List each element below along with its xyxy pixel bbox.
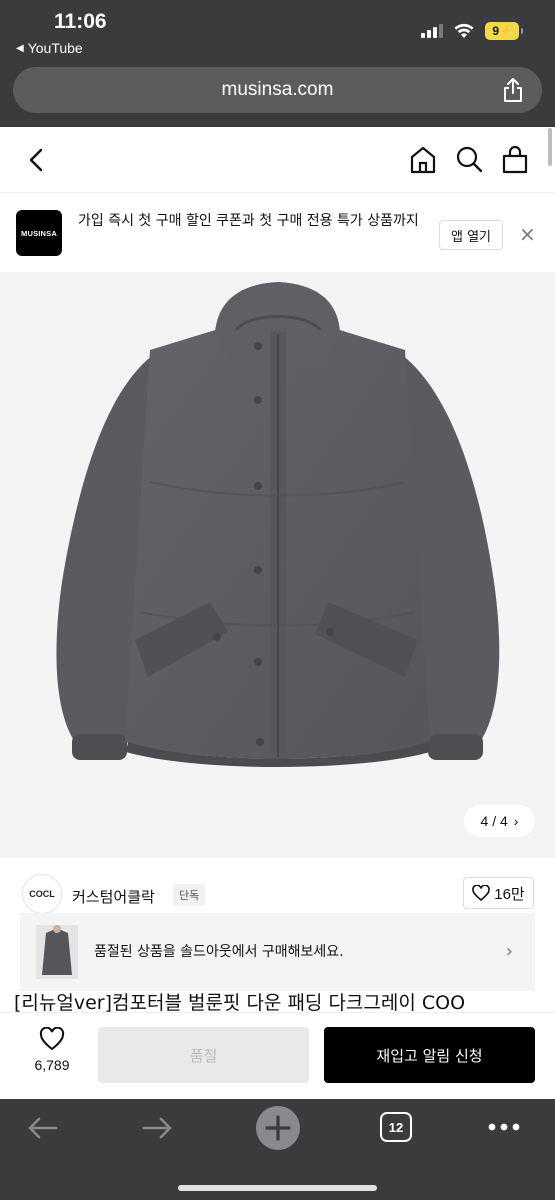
- share-icon[interactable]: [502, 77, 524, 103]
- new-tab-icon[interactable]: [255, 1105, 301, 1151]
- heart-icon: [472, 885, 491, 901]
- more-icon[interactable]: [488, 1123, 520, 1131]
- back-app-label: YouTube: [27, 40, 83, 56]
- restock-alert-button[interactable]: 재입고 알림 신청: [324, 1027, 535, 1083]
- tabs-button[interactable]: 12: [380, 1112, 412, 1142]
- back-arrow-icon[interactable]: [24, 1113, 60, 1143]
- image-counter[interactable]: 4 / 4 ›: [464, 805, 535, 837]
- musinsa-logo: MUSINSA: [16, 210, 62, 256]
- header-icons: [409, 145, 529, 175]
- promo-text: 품절된 상품을 솔드아웃에서 구매해보세요.: [94, 944, 344, 960]
- browser-top-bar: 11:06 ◀ YouTube 9 ⚡ musinsa.com: [0, 0, 555, 127]
- brand-like-count: 16만: [494, 885, 525, 903]
- brand-logo[interactable]: COCL: [22, 874, 62, 914]
- battery-icon: 9 ⚡: [485, 22, 523, 40]
- home-icon[interactable]: [409, 145, 437, 175]
- soldout-button: 품절: [98, 1027, 309, 1083]
- app-install-banner: MUSINSA 가입 즉시 첫 구매 할인 쿠폰과 첫 구매 전용 특가 상품까…: [0, 194, 555, 272]
- promo-thumbnail: [36, 925, 78, 979]
- battery-level: 9: [492, 24, 500, 38]
- image-counter-text: 4 / 4: [480, 813, 508, 829]
- search-icon[interactable]: [455, 145, 483, 175]
- shopping-bag-icon[interactable]: [501, 145, 529, 175]
- wifi-icon: [454, 23, 474, 38]
- home-indicator: [178, 1185, 377, 1191]
- status-indicators: 9 ⚡: [421, 22, 523, 40]
- tab-count: 12: [388, 1119, 404, 1135]
- back-to-app-link[interactable]: ◀ YouTube: [16, 40, 83, 56]
- product-like-button[interactable]: 6,789: [22, 1026, 82, 1073]
- address-bar[interactable]: musinsa.com: [13, 67, 542, 113]
- brand-name[interactable]: 커스텀어클락: [72, 886, 155, 907]
- chevron-right-icon: ›: [505, 941, 513, 962]
- exclusive-badge: 단독: [173, 884, 206, 906]
- product-like-count: 6,789: [34, 1057, 70, 1073]
- cellular-signal-icon: [421, 24, 443, 38]
- product-image[interactable]: [0, 272, 555, 858]
- url-text: musinsa.com: [221, 79, 334, 100]
- back-triangle-icon: ◀: [16, 42, 24, 54]
- product-title: [리뉴얼ver]컴포터블 벌룬핏 다운 패딩 다크그레이 COO: [14, 992, 466, 1014]
- status-time: 11:06: [54, 10, 107, 33]
- close-icon[interactable]: ×: [519, 224, 536, 244]
- back-arrow-icon[interactable]: [26, 147, 46, 173]
- brand-row: COCL 커스텀어클락 단독 16만: [0, 858, 555, 916]
- soldout-promo-banner[interactable]: 품절된 상품을 솔드아웃에서 구매해보세요. ›: [20, 913, 535, 991]
- open-app-button[interactable]: 앱 열기: [439, 220, 503, 250]
- heart-icon: [39, 1026, 65, 1051]
- site-header: [0, 127, 555, 193]
- puffer-jacket-image: [56, 282, 500, 767]
- banner-text: 가입 즉시 첫 구매 할인 쿠폰과 첫 구매 전용 특가 상품까지: [78, 213, 419, 229]
- purchase-action-bar: 6,789 품절 재입고 알림 신청: [0, 1012, 555, 1099]
- chevron-right-icon: ›: [513, 813, 519, 829]
- brand-like-button[interactable]: 16만: [463, 877, 534, 909]
- forward-arrow-icon[interactable]: [140, 1113, 176, 1143]
